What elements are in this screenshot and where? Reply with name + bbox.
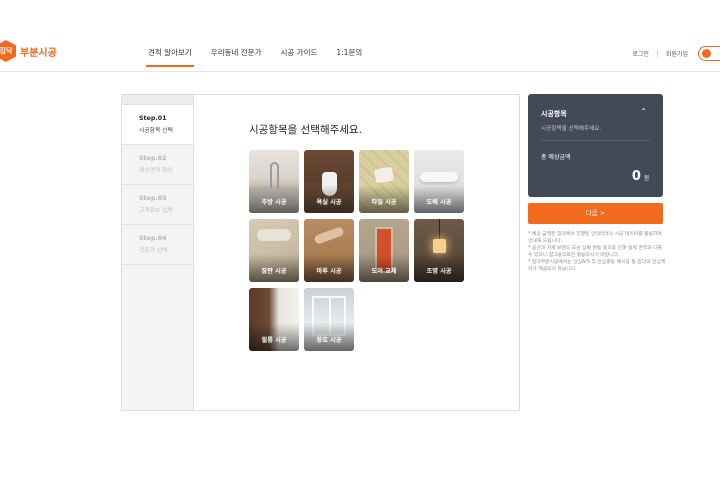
tile-bathroom[interactable]: 욕실 시공 [304, 150, 354, 213]
step-number: Step.04 [139, 235, 167, 242]
next-button[interactable]: 다음 > [528, 203, 663, 224]
lighting-photo-icon [433, 239, 446, 253]
estimate-label: 총 예상금액 [541, 154, 571, 161]
amount-value: 0 [631, 169, 641, 184]
signup-link[interactable]: 회원가입 [666, 49, 688, 58]
user-links: 로그인 회원가입 [632, 46, 720, 61]
step-label: 예상견적 확인 [139, 168, 173, 174]
tile-label: 마루 시공 [316, 268, 342, 275]
tile-tile[interactable]: 타일 시공 [359, 150, 409, 213]
nav-guide[interactable]: 시공 가이드 [280, 47, 317, 58]
toggle-dot-icon [702, 49, 711, 58]
tile-flooring[interactable]: 장판 시공 [249, 219, 299, 282]
tile-label: 타일 시공 [371, 199, 397, 206]
kitchen-photo-icon [270, 162, 279, 188]
tile-label: 주방 시공 [261, 199, 287, 206]
tile-label: 욕실 시공 [316, 199, 342, 206]
tile-label: 도배 시공 [426, 199, 452, 206]
chevron-up-icon[interactable]: ⌃ [640, 107, 647, 116]
nav-local-experts[interactable]: 우리동네 전문가 [211, 47, 262, 58]
tile-window[interactable]: 창호 시공 [304, 288, 354, 351]
summary-desc: 시공항목을 선택해주세요. [541, 126, 602, 132]
logo-mark: 집닥 [0, 40, 16, 62]
step-4[interactable]: Step.04 전문가 선택 [122, 225, 193, 265]
main-nav: 견적 알아보기 우리동네 전문가 시공 가이드 1:1문의 [146, 47, 362, 67]
window-photo-icon [312, 296, 346, 336]
wood-floor-photo-icon [313, 226, 345, 245]
tile-label: 장판 시공 [261, 268, 287, 275]
notice-line: * 집닥부분시공에서는 안심A/S 및 안심출동 예시공 등 집닥의 안심케어가… [528, 260, 666, 273]
step-1[interactable]: Step.01 시공항목 선택 [122, 105, 193, 145]
tile-label: 창호 시공 [316, 337, 342, 344]
logo[interactable]: 집닥 부분시공 [0, 40, 57, 62]
bathroom-photo-icon [322, 172, 337, 196]
logo-text: 부분시공 [20, 47, 57, 59]
tile-wood-floor[interactable]: 마루 시공 [304, 219, 354, 282]
step-sidebar: Step.01 시공항목 선택 Step.02 예상견적 확인 Step.03 … [122, 95, 194, 410]
divider [656, 50, 658, 57]
tile-label: 조명 시공 [426, 268, 452, 275]
summary-panel: 시공항목 ⌃ 시공항목을 선택해주세요. 총 예상금액 0 원 [528, 94, 663, 197]
notice-line: * 예상 금액은 집닥에서 진행된 인테리어의 시공 데이터를 활용하여 안내해… [528, 232, 662, 245]
step-number: Step.01 [139, 115, 167, 122]
login-link[interactable]: 로그인 [632, 49, 649, 58]
step-number: Step.02 [139, 155, 167, 162]
nav-estimate[interactable]: 견적 알아보기 [146, 47, 194, 67]
step-2[interactable]: Step.02 예상견적 확인 [122, 145, 193, 185]
flooring-photo-icon [257, 229, 291, 241]
top-header: 집닥 부분시공 견적 알아보기 우리동네 전문가 시공 가이드 1:1문의 로그… [0, 0, 720, 72]
tile-door[interactable]: 도어 교체 [359, 219, 409, 282]
step-sidebar-header [122, 95, 193, 105]
step-label: 고객정보 입력 [139, 208, 173, 214]
step-3[interactable]: Step.03 고객정보 입력 [122, 185, 193, 225]
notice-text: * 예상 금액은 집닥에서 진행된 인테리어의 시공 데이터를 활용하여 안내해… [528, 231, 666, 274]
tile-kitchen[interactable]: 주방 시공 [249, 150, 299, 213]
summary-title: 시공항목 [541, 110, 567, 118]
step-label: 전문가 선택 [139, 248, 168, 254]
step-number: Step.03 [139, 195, 167, 202]
nav-inquiry[interactable]: 1:1문의 [336, 47, 362, 58]
tile-photo-icon [373, 166, 395, 184]
divider [541, 140, 650, 141]
wallpaper-photo-icon [420, 172, 458, 182]
step-label: 시공항목 선택 [139, 128, 173, 134]
tile-lighting[interactable]: 조명 시공 [414, 219, 464, 282]
app-toggle-button[interactable] [698, 46, 720, 61]
notice-line: * 공간과 자재 브랜드 또는 상황 변동 등으로 인해 실제 견적과 다를 수… [528, 246, 662, 259]
amount-unit: 원 [643, 176, 649, 182]
tile-film[interactable]: 필름 시공 [249, 288, 299, 351]
page-title: 시공항목을 선택해주세요. [249, 124, 362, 136]
tile-wallpaper[interactable]: 도배 시공 [414, 150, 464, 213]
estimate-card: Step.01 시공항목 선택 Step.02 예상견적 확인 Step.03 … [121, 94, 520, 411]
estimate-amount: 0 원 [632, 169, 649, 184]
tile-label: 필름 시공 [261, 337, 287, 344]
lamp-cord [439, 219, 440, 239]
tile-label: 도어 교체 [371, 268, 397, 275]
